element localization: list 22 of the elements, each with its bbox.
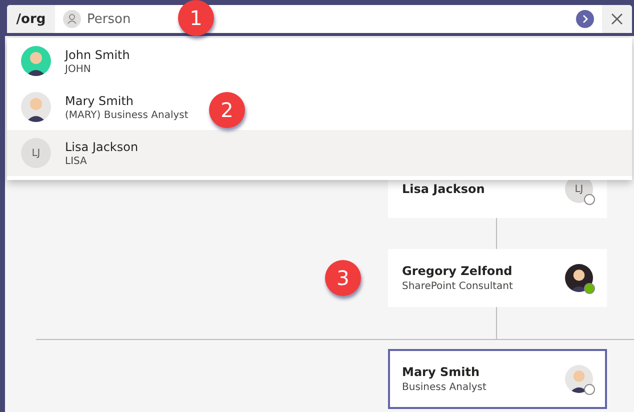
person-name[interactable]: Mary Smith <box>65 94 188 108</box>
person-name: Mary Smith <box>402 365 480 379</box>
suggestion-item[interactable]: LJ Lisa Jackson LISA <box>7 130 632 176</box>
org-card[interactable]: Mary Smith Business Analyst <box>388 349 607 409</box>
person-icon <box>63 10 81 28</box>
person-name: Lisa Jackson <box>65 140 138 154</box>
close-icon <box>611 13 623 25</box>
org-card[interactable]: Gregory Zelfond SharePoint Consultant <box>388 249 607 307</box>
person-detail: JOHN <box>65 64 92 74</box>
command-label: /org <box>7 5 55 33</box>
initials-avatar: LJ <box>21 138 51 168</box>
job-title: SharePoint Consultant <box>402 281 514 292</box>
callout-badge: 1 <box>178 0 214 36</box>
go-button[interactable] <box>576 10 594 28</box>
close-button[interactable] <box>602 5 632 33</box>
job-title: Business Analyst <box>402 382 488 393</box>
person-name: Gregory Zelfond <box>402 264 514 278</box>
person-detail: LISA <box>65 156 88 166</box>
person-detail: (MARY) Business Analyst <box>65 110 188 120</box>
person-name[interactable]: John Smith <box>65 48 130 62</box>
person-name: Lisa Jackson <box>402 182 486 196</box>
search-field[interactable]: Person <box>87 12 131 26</box>
